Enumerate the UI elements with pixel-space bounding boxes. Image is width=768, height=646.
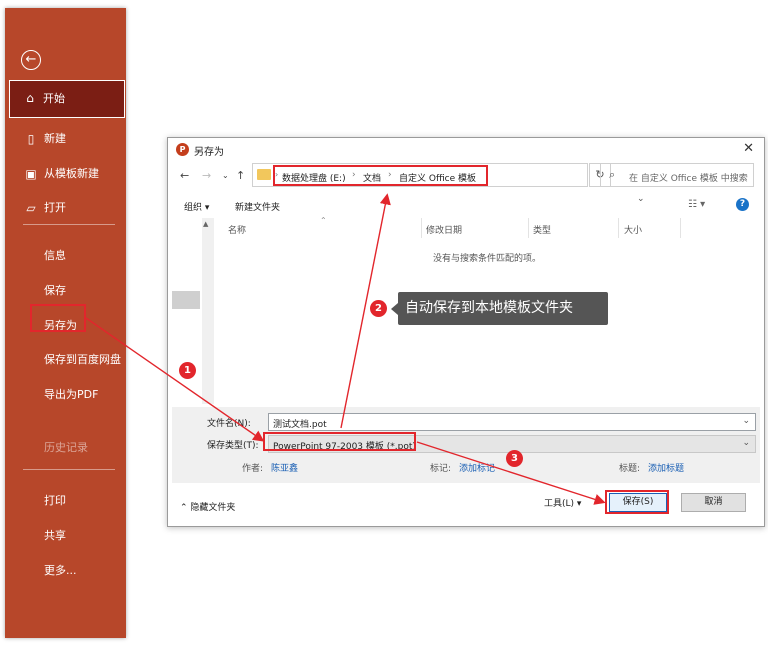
hide-folders-label: 隐藏文件夹	[190, 503, 236, 513]
save-form: 文件名(N): 测试文档.pot ⌄ 保存类型(T): PowerPoint 9…	[172, 407, 760, 483]
folder-icon	[257, 169, 271, 180]
sidebar-item-new[interactable]: ▯ 新建	[11, 126, 124, 152]
step-badge-2: 2	[370, 300, 387, 317]
sidebar-item-label: 共享	[44, 529, 66, 542]
sidebar-item-label: 新建	[44, 132, 66, 145]
sidebar-item-more[interactable]: 更多...	[11, 558, 124, 584]
save-as-highlight-box	[30, 304, 86, 332]
tags-label: 标记:	[430, 464, 452, 474]
tools-button[interactable]: 工具(L) ▾	[544, 496, 581, 509]
save-as-dialog: P 另存为 ✕ ← → ⌄ ↑ › ⌄ 数据处理盘 (E:) › 文档 › 自定…	[167, 137, 765, 527]
filename-value: 测试文档.pot	[273, 420, 327, 430]
sidebar-item-label: 打开	[44, 201, 66, 214]
sidebar-item-label: 从模板新建	[44, 167, 99, 180]
hide-folders-toggle[interactable]: ⌃ 隐藏文件夹	[180, 500, 235, 513]
add-title-link[interactable]: 添加标题	[648, 461, 684, 474]
chevron-up-icon: ⌃	[180, 503, 191, 513]
sidebar-item-save-to-baidu[interactable]: 保存到百度网盘	[11, 347, 124, 373]
column-date-modified[interactable]: 修改日期	[426, 223, 462, 236]
dialog-titlebar: P 另存为 ✕	[168, 138, 764, 162]
sidebar-item-label: 历史记录	[44, 441, 88, 454]
navigation-pane-selection	[172, 291, 200, 309]
template-icon: ▣	[25, 167, 37, 181]
tools-label: 工具(L)	[544, 499, 575, 509]
dialog-title: 另存为	[194, 147, 224, 158]
sidebar-item-share[interactable]: 共享	[11, 523, 124, 549]
file-list-header: 名称 修改日期 类型 大小	[216, 218, 756, 238]
sidebar-item-label: 开始	[43, 92, 65, 105]
column-divider	[421, 218, 422, 238]
sidebar-item-home[interactable]: ⌂ 开始	[9, 80, 125, 118]
close-icon[interactable]: ✕	[743, 141, 754, 156]
search-placeholder: 在 自定义 Office 模板 中搜索	[629, 174, 748, 184]
sidebar-item-label: 导出为PDF	[44, 388, 99, 401]
up-arrow-icon[interactable]: ↑	[236, 169, 245, 182]
add-tags-link[interactable]: 添加标记	[459, 461, 495, 474]
column-type[interactable]: 类型	[533, 223, 551, 236]
sidebar-item-print[interactable]: 打印	[11, 488, 124, 514]
sidebar-item-open[interactable]: ▱ 打开	[11, 195, 124, 221]
back-icon[interactable]: ←	[180, 169, 189, 182]
filetype-highlight-box	[263, 432, 416, 451]
powerpoint-icon: P	[176, 143, 189, 156]
sort-up-icon: ⌃	[320, 216, 327, 225]
author-label: 作者:	[242, 464, 264, 474]
search-input[interactable]: ⌕ 在 自定义 Office 模板 中搜索	[600, 163, 754, 187]
filetype-label: 保存类型(T):	[207, 441, 259, 451]
annotation-callout: 自动保存到本地模板文件夹	[391, 292, 608, 325]
column-size[interactable]: 大小	[624, 223, 642, 236]
new-document-icon: ▯	[27, 132, 35, 146]
new-folder-button[interactable]: 新建文件夹	[235, 200, 280, 213]
address-highlight-box	[273, 165, 488, 186]
sidebar-item-label: 保存到百度网盘	[44, 353, 121, 366]
title-label: 标题:	[619, 464, 641, 474]
chevron-down-icon[interactable]: ⌄	[742, 416, 750, 426]
dialog-toolbar: 组织 ▾ 新建文件夹 ☷ ▾ ?	[168, 195, 764, 217]
back-arrow-icon[interactable]: ←	[21, 50, 41, 70]
filename-label: 文件名(N):	[207, 419, 251, 429]
sidebar-item-history: 历史记录	[11, 435, 124, 461]
chevron-down-icon[interactable]: ⌄	[742, 438, 750, 448]
sidebar-item-save[interactable]: 保存	[11, 278, 124, 304]
sidebar-item-label: 信息	[44, 249, 66, 262]
author-field[interactable]: 陈亚鑫	[271, 461, 298, 474]
home-icon: ⌂	[26, 91, 34, 105]
sidebar-item-export-pdf[interactable]: 导出为PDF	[11, 382, 124, 408]
cancel-button[interactable]: 取消	[681, 493, 746, 512]
step-badge-3: 3	[506, 450, 523, 467]
folder-open-icon: ▱	[26, 201, 36, 215]
column-name[interactable]: 名称	[228, 223, 246, 236]
empty-folder-message: 没有与搜索条件匹配的项。	[433, 254, 542, 264]
save-highlight-box	[605, 490, 669, 514]
recent-chevron-icon[interactable]: ⌄	[222, 171, 229, 180]
view-options-icon[interactable]: ☷ ▾	[688, 199, 705, 210]
sidebar-divider	[23, 224, 115, 225]
navigation-pane-scrollbar[interactable]: ▲	[202, 218, 214, 404]
organize-button[interactable]: 组织 ▾	[184, 200, 209, 213]
help-icon[interactable]: ?	[736, 198, 749, 211]
sidebar-item-info[interactable]: 信息	[11, 243, 124, 269]
sidebar-item-new-from-template[interactable]: ▣ 从模板新建	[11, 161, 124, 187]
sidebar-item-label: 打印	[44, 494, 66, 507]
scroll-up-icon[interactable]: ▲	[203, 220, 208, 228]
column-divider	[618, 218, 619, 238]
sidebar-item-label: 保存	[44, 284, 66, 297]
sidebar-divider	[23, 469, 115, 470]
step-badge-1: 1	[179, 362, 196, 379]
column-divider	[528, 218, 529, 238]
forward-icon[interactable]: →	[202, 169, 211, 182]
search-icon: ⌕	[609, 168, 616, 181]
sidebar-item-label: 更多...	[44, 564, 77, 577]
column-divider	[680, 218, 681, 238]
filename-input[interactable]: 测试文档.pot ⌄	[268, 413, 756, 431]
